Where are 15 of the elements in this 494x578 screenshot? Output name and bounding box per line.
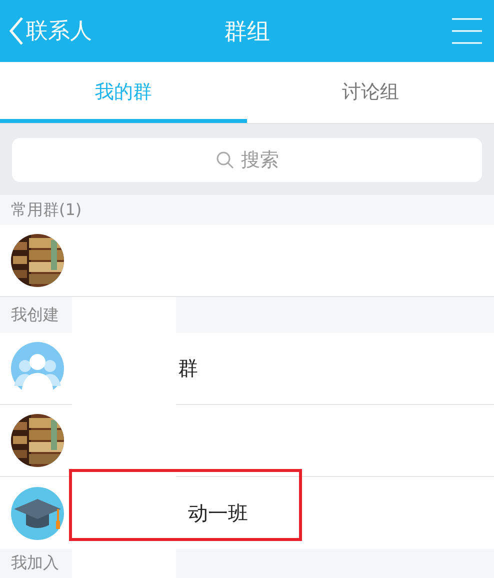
menu-icon	[452, 18, 482, 44]
section-header: 我加入	[0, 549, 72, 578]
page-title: 群组	[224, 18, 270, 46]
group-avatar-icon	[11, 342, 64, 395]
section-header: 常用群(1)	[0, 195, 494, 225]
search-field[interactable]: 搜索	[12, 138, 482, 182]
group-name[interactable]: 动一班	[188, 500, 248, 526]
back-chevron-icon	[8, 16, 24, 46]
group-name[interactable]: 群	[178, 355, 198, 382]
menu-button[interactable]	[452, 18, 482, 44]
section-header: 我创建	[0, 297, 72, 333]
search-icon	[216, 150, 234, 168]
back-label[interactable]: 联系人	[26, 16, 92, 46]
back-button[interactable]: 联系人	[8, 16, 92, 46]
graduation-cap-icon	[11, 486, 64, 540]
